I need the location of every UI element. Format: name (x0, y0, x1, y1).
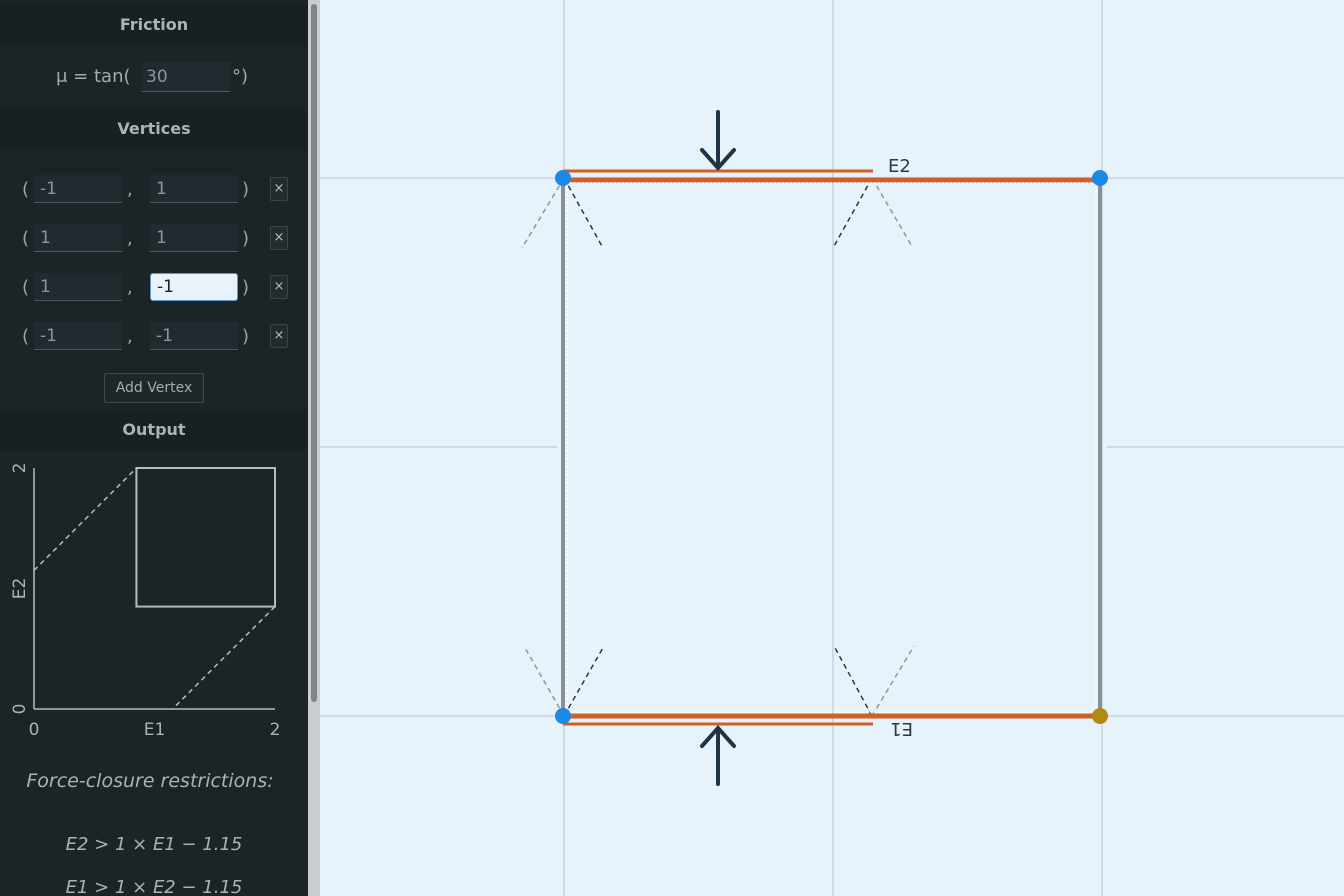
edge-e2-label: E2 (888, 156, 911, 177)
x-tick-label: E1 (144, 720, 166, 740)
cone-line (832, 177, 873, 249)
friction-angle-input[interactable] (142, 62, 230, 92)
cone-line (871, 645, 915, 717)
vertex-handle-selected[interactable] (1092, 708, 1108, 724)
friction-cones (521, 177, 915, 717)
vertex-x-input[interactable] (34, 273, 122, 301)
delete-vertex-button[interactable]: × (270, 177, 288, 201)
sidebar-scrollbar[interactable] (308, 0, 320, 896)
vertex-x-input[interactable] (34, 322, 122, 350)
force-arrow-up (700, 724, 736, 786)
cone-line (521, 177, 565, 249)
vertex-row: ( , ) × (0, 269, 308, 309)
vertex-handle[interactable] (1092, 170, 1108, 186)
cone-line (563, 645, 605, 717)
cone-line (833, 645, 873, 717)
x-tick-label: 0 (29, 720, 40, 740)
side-edges (561, 178, 1102, 716)
comma: , (127, 326, 133, 347)
open-paren: ( (22, 179, 30, 200)
vertex-x-input[interactable] (34, 224, 122, 252)
vertex-handle[interactable] (555, 708, 571, 724)
vertex-x-input[interactable] (34, 175, 122, 203)
force-closure-title: Force-closure restrictions: (26, 770, 274, 792)
y-tick-label: E2 (10, 578, 30, 600)
edge-e1[interactable]: E1 (563, 711, 1100, 739)
close-paren: ) (242, 277, 250, 298)
vertex-row: ( , ) × (0, 318, 308, 358)
output-chart: 0 E1 2 0 E2 2 (10, 463, 281, 740)
open-paren: ( (22, 326, 30, 347)
restriction-line (33, 467, 137, 571)
close-paren: ) (242, 179, 250, 200)
open-paren: ( (22, 277, 30, 298)
comma: , (127, 228, 133, 249)
close-paren: ) (242, 228, 250, 249)
delete-vertex-button[interactable]: × (270, 275, 288, 299)
friction-section-title: Friction (0, 5, 308, 45)
cone-line (563, 177, 604, 249)
force-arrow-down (700, 110, 736, 172)
add-vertex-button[interactable]: Add Vertex (104, 373, 204, 403)
vertex-handle[interactable] (555, 170, 571, 186)
close-paren: ) (242, 326, 250, 347)
cone-line (523, 645, 565, 717)
restriction-equation: E1 > 1 × E2 − 1.15 (65, 877, 243, 896)
y-tick-label: 2 (10, 463, 30, 474)
delete-vertex-button[interactable]: × (270, 226, 288, 250)
scrollbar-thumb[interactable] (311, 4, 317, 702)
vertex-y-input[interactable] (150, 273, 238, 301)
vertex-y-input[interactable] (150, 224, 238, 252)
mu-label: μ = tan( (56, 66, 131, 87)
output-section-title: Output (0, 410, 308, 450)
vertices-section-title: Vertices (0, 109, 308, 149)
vertex-row: ( , ) × (0, 171, 308, 211)
mu-suffix: °) (232, 66, 249, 87)
comma: , (127, 277, 133, 298)
friction-row: μ = tan( °) (0, 60, 308, 100)
open-paren: ( (22, 228, 30, 249)
feasible-region (135, 467, 276, 608)
restriction-equation: E2 > 1 × E1 − 1.15 (65, 834, 243, 855)
edge-e2[interactable]: E2 (563, 156, 1100, 184)
scene-canvas[interactable]: E2 E1 (320, 0, 1344, 896)
vertex-y-input[interactable] (150, 322, 238, 350)
y-tick-label: 0 (10, 704, 30, 715)
grid (320, 0, 1344, 896)
sidebar-panel: Friction μ = tan( °) Vertices ( , ) × ( … (0, 0, 308, 896)
restriction-line (172, 606, 276, 710)
cone-line (871, 177, 914, 249)
delete-vertex-button[interactable]: × (270, 324, 288, 348)
x-tick-label: 2 (270, 720, 281, 740)
comma: , (127, 179, 133, 200)
vertex-y-input[interactable] (150, 175, 238, 203)
vertex-row: ( , ) × (0, 220, 308, 260)
edge-e1-label: E1 (890, 718, 913, 739)
